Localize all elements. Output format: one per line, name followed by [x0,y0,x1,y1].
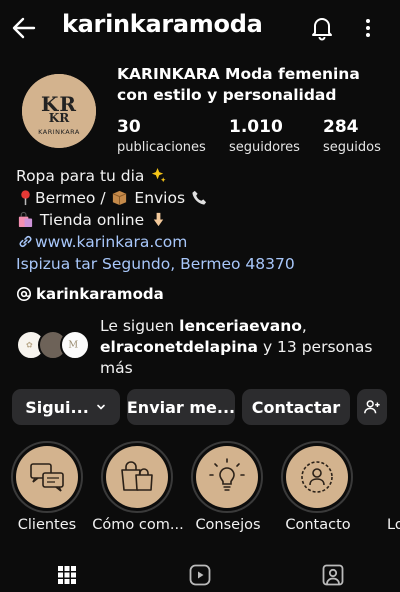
following-count: 284 [323,117,359,137]
message-button-label: Enviar me... [126,397,236,417]
profile-full-name: KARINKARA Moda femenina con estilo y per… [117,65,360,104]
tagged-icon[interactable] [320,562,346,588]
package-icon [113,190,127,206]
highlight-cover [286,446,348,508]
following-label: seguidos [323,140,381,155]
shopping-bags-emoji-icon [18,211,33,228]
bio-website[interactable]: www.karinkara.com [16,231,386,253]
followed-by-sep: , [301,317,307,335]
posts-count: 30 [117,117,141,137]
highlight-cover [16,446,78,508]
highlight-label-consejos: Consejos [195,517,261,533]
threads-handle: karinkaramoda [36,285,164,303]
pin-icon [21,190,30,206]
contact-button[interactable]: Contactar [242,389,350,425]
highlight-cover [106,446,168,508]
bio-line-1-text: Ropa para tu dia [16,167,145,185]
suggest-people-button[interactable] [357,389,387,425]
sparkles-icon [152,167,166,183]
highlight-label-partial: Lo [387,517,400,533]
followers-stat[interactable]: 1.010 seguidores [229,117,300,157]
svg-text:M: M [68,340,78,351]
highlight-label-clientes: Clientes [17,517,77,533]
add-person-icon [364,400,380,414]
svg-text:KARINKARA: KARINKARA [38,128,80,136]
contact-person-icon [301,461,333,493]
highlight-label-contacto: Contacto [285,517,351,533]
following-stat[interactable]: 284 seguidos [323,117,381,157]
back-arrow-icon[interactable] [10,14,38,42]
profile-avatar[interactable]: KR KR KARINKARA [22,74,96,148]
bio-line-1: Ropa para tu dia [16,165,386,187]
grid-icon[interactable] [54,562,80,588]
top-bar: karinkaramoda [0,0,400,56]
karinkara-logo: KR KR KARINKARA [22,74,96,148]
shopping-bags-icon [121,461,153,491]
address-link[interactable]: Ispizua tar Segundo, Bermeo 48370 [16,253,386,275]
following-button-label: Sigui... [25,397,89,417]
message-button[interactable]: Enviar me... [127,389,235,425]
threads-badge[interactable]: karinkaramoda [16,285,164,303]
mutual-user-2: elraconetdelapina [100,338,259,356]
contact-button-label: Contactar [251,397,341,417]
highlight-label-como-comprar: Cómo com... [92,517,184,533]
followed-by-prefix: Le siguen [100,317,180,335]
posts-label: publicaciones [117,140,206,155]
link-icon [19,236,32,247]
svg-text:✿: ✿ [26,341,33,350]
svg-text:KR: KR [49,111,70,125]
reels-icon[interactable] [187,562,213,588]
more-vertical-icon[interactable] [356,14,380,42]
phone-icon [192,190,207,205]
avatar: M [60,330,90,360]
highlight-cover [196,446,258,508]
followers-count: 1.010 [229,117,283,137]
mutual-followers-avatars[interactable]: ✿ M [16,330,96,360]
chevron-down-icon [96,404,105,410]
bio-line-2-a: Bermeo / [35,189,111,207]
threads-icon [16,286,32,302]
chat-bubbles-icon [30,463,64,492]
website-link[interactable]: www.karinkara.com [35,233,187,251]
bell-icon[interactable] [308,14,336,42]
pointing-down-icon [153,212,164,227]
followers-label: seguidores [229,140,300,155]
lightbulb-icon [209,458,245,491]
bio-line-3: Tienda online [16,209,386,231]
profile-username: karinkaramoda [62,10,263,38]
bio-line-2-b: Envios [129,189,186,207]
posts-stat[interactable]: 30 publicaciones [117,117,206,157]
profile-bio: Ropa para tu dia Bermeo / Envios Tienda … [16,165,386,275]
followed-by-text[interactable]: Le siguen lenceriaevano, elraconetdelapi… [100,316,390,379]
mutual-user-1: lenceriaevano [179,317,302,335]
following-button[interactable]: Sigui... [12,389,120,425]
bio-line-2: Bermeo / Envios [16,187,386,209]
bio-line-3-text: Tienda online [35,211,150,229]
